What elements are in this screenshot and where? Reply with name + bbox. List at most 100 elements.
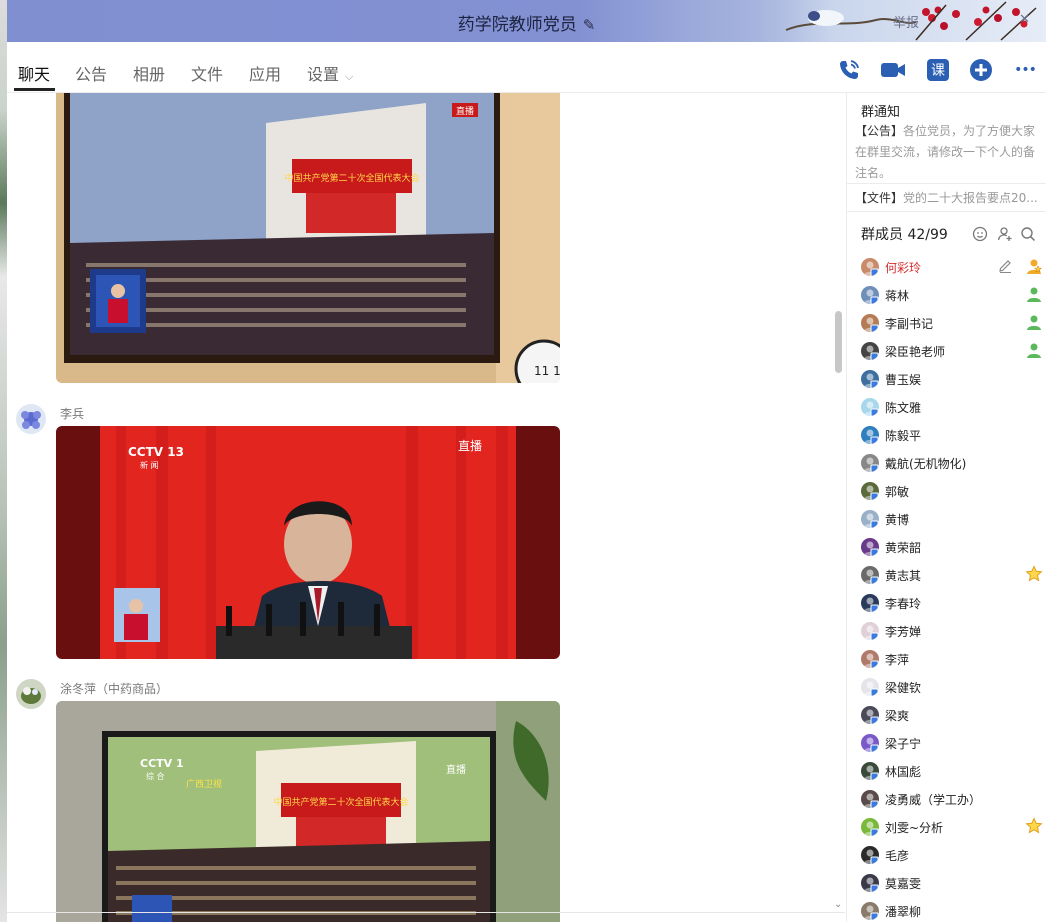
chat-scrollbar-thumb[interactable] bbox=[835, 311, 842, 373]
member-search-button[interactable] bbox=[1019, 225, 1037, 243]
member-row[interactable]: 李春玲 bbox=[861, 593, 1045, 621]
member-avatar[interactable] bbox=[861, 426, 879, 444]
tab-files[interactable]: 文件 bbox=[191, 61, 223, 85]
member-row[interactable]: 凌勇威（学工办） bbox=[861, 789, 1045, 817]
member-name: 凌勇威（学工办） bbox=[885, 793, 982, 807]
course-button[interactable]: 课 bbox=[925, 57, 951, 83]
message-image-congress-tv[interactable]: 中国共产党第二十次全国代表大会 直播 11 12 bbox=[56, 93, 560, 383]
member-avatar[interactable] bbox=[861, 314, 879, 332]
message-image-speech[interactable]: CCTV 13 新 闻 直播 bbox=[56, 426, 560, 659]
member-name: 郭敏 bbox=[885, 485, 910, 499]
member-row[interactable]: 郭敏 bbox=[861, 481, 1045, 509]
tab-album[interactable]: 相册 bbox=[133, 61, 165, 85]
member-name: 林国彪 bbox=[885, 765, 922, 779]
member-row[interactable]: 曹玉娱 bbox=[861, 369, 1045, 397]
tab-settings[interactable]: 设置 ⌵ bbox=[307, 61, 353, 85]
tab-announcements[interactable]: 公告 bbox=[75, 61, 107, 85]
member-row[interactable]: 陈文雅 bbox=[861, 397, 1045, 425]
member-row[interactable]: 梁子宁 bbox=[861, 733, 1045, 761]
member-row[interactable]: 何彩玲 bbox=[861, 257, 1045, 285]
member-row[interactable]: 李萍 bbox=[861, 649, 1045, 677]
tab-chat[interactable]: 聊天 bbox=[18, 61, 50, 85]
message-image-congress-tv-2[interactable]: 中国共产党第二十次全国代表大会 CCTV 1 综 合 广西卫视 直播 bbox=[56, 701, 560, 922]
hall-banner-text-2: 中国共产党第二十次全国代表大会 bbox=[273, 796, 408, 808]
more-icon: ••• bbox=[1014, 62, 1037, 78]
member-row[interactable]: 黄志其 bbox=[861, 565, 1045, 593]
member-avatar[interactable] bbox=[861, 454, 879, 472]
member-row[interactable]: 刘雯~分析 bbox=[861, 817, 1045, 845]
winter-theme-decoration bbox=[716, 0, 1046, 42]
member-row[interactable]: 毛彦 bbox=[861, 845, 1045, 873]
member-avatar[interactable] bbox=[861, 706, 879, 724]
chat-message-area[interactable]: 中国共产党第二十次全国代表大会 直播 11 12 bbox=[7, 93, 845, 922]
member-name: 毛彦 bbox=[885, 849, 910, 863]
channel-logo-gx: 广西卫视 bbox=[186, 778, 222, 790]
phone-icon bbox=[840, 60, 859, 79]
member-avatar[interactable] bbox=[861, 874, 879, 892]
more-button[interactable]: ••• bbox=[1011, 57, 1039, 83]
member-row[interactable]: 林国彪 bbox=[861, 761, 1045, 789]
member-avatar[interactable] bbox=[861, 622, 879, 640]
tab-apps[interactable]: 应用 bbox=[249, 61, 281, 85]
member-avatar[interactable] bbox=[861, 538, 879, 556]
member-avatar[interactable] bbox=[861, 846, 879, 864]
member-avatar[interactable] bbox=[861, 398, 879, 416]
add-button[interactable] bbox=[968, 57, 994, 83]
report-button[interactable]: 举报 bbox=[893, 12, 919, 31]
member-avatar[interactable] bbox=[861, 650, 879, 668]
member-row[interactable]: 李副书记 bbox=[861, 313, 1045, 341]
member-row[interactable]: 李芳婵 bbox=[861, 621, 1045, 649]
member-row[interactable]: 莫嘉雯 bbox=[861, 873, 1045, 901]
avatar[interactable] bbox=[16, 404, 46, 434]
video-camera-icon bbox=[881, 63, 905, 77]
member-row[interactable]: 黄博 bbox=[861, 509, 1045, 537]
group-info-panel: 群通知 【公告】各位党员，为了方便大家在群里交流，请修改一下个人的备注名。 【文… bbox=[846, 93, 1046, 922]
member-avatar[interactable] bbox=[861, 790, 879, 808]
scroll-down-icon[interactable]: ⌄ bbox=[834, 899, 842, 910]
member-row[interactable]: 陈毅平 bbox=[861, 425, 1045, 453]
edit-pencil-icon[interactable] bbox=[997, 258, 1013, 274]
member-row[interactable]: 蒋林 bbox=[861, 285, 1045, 313]
member-avatar[interactable] bbox=[861, 566, 879, 584]
member-row[interactable]: 梁健钦 bbox=[861, 677, 1045, 705]
close-button[interactable]: ✕ bbox=[1019, 12, 1030, 27]
member-avatar[interactable] bbox=[861, 370, 879, 388]
message-sender: 李兵 bbox=[60, 407, 85, 421]
group-admin-icon bbox=[1025, 313, 1043, 331]
member-avatar[interactable] bbox=[861, 678, 879, 696]
member-name: 黄博 bbox=[885, 513, 910, 527]
member-row[interactable]: 潘翠柳 bbox=[861, 901, 1045, 922]
member-row[interactable]: 戴航(无机物化) bbox=[861, 453, 1045, 481]
message-sender: 涂冬萍（中药商品） bbox=[60, 682, 169, 696]
member-avatar[interactable] bbox=[861, 902, 879, 920]
member-avatar[interactable] bbox=[861, 342, 879, 360]
member-avatar[interactable] bbox=[861, 818, 879, 836]
member-name: 梁子宁 bbox=[885, 737, 922, 751]
member-avatar[interactable] bbox=[861, 734, 879, 752]
search-icon bbox=[1021, 227, 1036, 242]
group-file-notice[interactable]: 【文件】党的二十大报告要点20... bbox=[855, 189, 1045, 206]
video-call-button[interactable] bbox=[880, 57, 906, 83]
live-badge-2: 直播 bbox=[458, 439, 482, 453]
member-row[interactable]: 梁爽 bbox=[861, 705, 1045, 733]
member-avatar[interactable] bbox=[861, 482, 879, 500]
scroll-up-icon[interactable]: ⌃ bbox=[834, 93, 842, 100]
divider bbox=[847, 211, 1046, 212]
member-row[interactable]: 梁臣艳老师 bbox=[861, 341, 1045, 369]
chat-scrollbar[interactable]: ⌃ ⌄ bbox=[833, 93, 845, 922]
member-row[interactable]: 黄荣韶 bbox=[861, 537, 1045, 565]
avatar[interactable] bbox=[16, 679, 46, 709]
edit-name-icon[interactable]: ✎ bbox=[583, 16, 596, 34]
member-avatar[interactable] bbox=[861, 286, 879, 304]
channel-logo-1: CCTV 1 bbox=[140, 757, 184, 770]
member-chat-button[interactable] bbox=[971, 225, 989, 243]
member-avatar[interactable] bbox=[861, 594, 879, 612]
invite-member-button[interactable] bbox=[996, 225, 1014, 243]
member-name: 陈毅平 bbox=[885, 429, 922, 443]
member-name: 潘翠柳 bbox=[885, 905, 922, 919]
member-avatar[interactable] bbox=[861, 258, 879, 276]
member-avatar[interactable] bbox=[861, 762, 879, 780]
group-notice-content[interactable]: 【公告】各位党员，为了方便大家在群里交流，请修改一下个人的备注名。 bbox=[855, 121, 1041, 184]
voice-call-button[interactable] bbox=[836, 57, 862, 83]
member-avatar[interactable] bbox=[861, 510, 879, 528]
